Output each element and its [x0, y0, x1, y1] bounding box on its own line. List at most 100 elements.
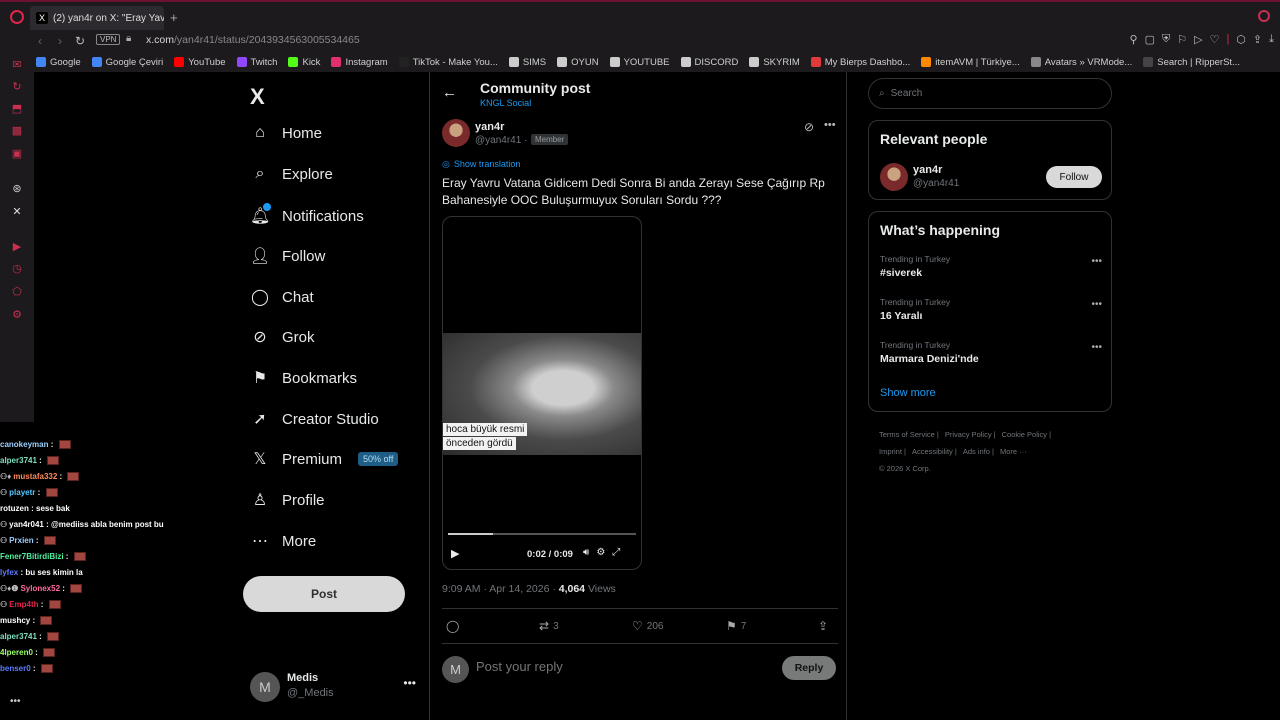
- trend-item[interactable]: Trending in Turkey Marmara Denizi'nde •••: [880, 340, 1102, 365]
- back-arrow-icon[interactable]: ←: [442, 84, 457, 101]
- relevant-handle[interactable]: @yan4r41: [913, 178, 959, 189]
- clock-icon[interactable]: ◷: [10, 262, 24, 276]
- gift-icon[interactable]: ▩: [10, 124, 24, 138]
- browser-tab[interactable]: X (2) yan4r on X: "Eray Yavru: [30, 6, 164, 30]
- bookmark-item[interactable]: OYUN: [557, 57, 599, 68]
- opera-logo-icon[interactable]: [10, 10, 24, 24]
- share-action[interactable]: ⇪: [818, 619, 828, 633]
- wallet-icon[interactable]: ⬒: [10, 102, 24, 116]
- bookmark-item[interactable]: SKYRIM: [749, 57, 800, 68]
- author-avatar[interactable]: [442, 119, 470, 147]
- account-switcher[interactable]: M Medis @_Medis •••: [250, 670, 420, 702]
- bookmark-item[interactable]: Kick: [288, 57, 320, 68]
- trend-more-icon[interactable]: •••: [1091, 256, 1102, 267]
- reply-action[interactable]: ◯: [446, 619, 459, 633]
- bookmark-item[interactable]: YouTube: [174, 57, 226, 68]
- bookmark-item[interactable]: DISCORD: [680, 57, 738, 68]
- nav-home[interactable]: ⌂ Home: [250, 124, 322, 142]
- nav-bookmarks[interactable]: ⚑ Bookmarks: [250, 368, 357, 388]
- reply-input[interactable]: [476, 659, 756, 674]
- relevant-avatar[interactable]: [880, 163, 908, 191]
- play-icon[interactable]: ▶: [451, 547, 459, 560]
- nav-more[interactable]: ⋯ More: [250, 531, 316, 551]
- settings-icon[interactable]: ⚙: [10, 308, 24, 322]
- nav-profile[interactable]: ♙ Profile: [250, 490, 325, 510]
- account-more-icon[interactable]: •••: [403, 676, 416, 690]
- nav-premium[interactable]: 𝕏 Premium 50% off: [250, 449, 399, 469]
- bookmark-item[interactable]: itemAVM | Türkiye...: [921, 57, 1020, 68]
- bookmark-item[interactable]: Avatars » VRMode...: [1030, 57, 1132, 68]
- nav-follow[interactable]: 👤︎ Follow: [250, 246, 325, 266]
- community-link[interactable]: KNGL Social: [480, 98, 531, 108]
- post-more-icon[interactable]: •••: [824, 119, 836, 131]
- post-button[interactable]: Post: [243, 576, 405, 612]
- snapshot-icon[interactable]: ▢: [1145, 33, 1155, 46]
- footer-link[interactable]: Privacy Policy |: [945, 430, 996, 439]
- download-icon[interactable]: ⤓: [1269, 33, 1274, 46]
- footer-link[interactable]: More ···: [1000, 447, 1027, 456]
- relevant-name[interactable]: yan4r: [913, 164, 942, 176]
- footer-link[interactable]: Ads info |: [963, 447, 994, 456]
- bookmark-item[interactable]: Google Çeviri: [91, 57, 163, 68]
- video-progress-bar[interactable]: [448, 533, 636, 535]
- play-icon[interactable]: ▷: [1194, 33, 1202, 46]
- bookmark-item[interactable]: TikTok - Make You...: [398, 57, 498, 68]
- trend-more-icon[interactable]: •••: [1091, 342, 1102, 353]
- reload-icon[interactable]: ↻: [75, 34, 85, 48]
- music-icon[interactable]: ▣: [10, 147, 24, 161]
- trend-item[interactable]: Trending in Turkey #siverek •••: [880, 254, 1102, 279]
- tab-search-icon[interactable]: [1258, 10, 1270, 22]
- footer-link[interactable]: Terms of Service |: [879, 430, 939, 439]
- show-more-link[interactable]: Show more: [880, 387, 936, 399]
- bookmark-item[interactable]: Instagram: [331, 57, 388, 68]
- bookmark-item[interactable]: SIMS: [508, 57, 546, 68]
- volume-icon[interactable]: 🔊︎: [583, 547, 589, 558]
- footer-link[interactable]: Accessibility |: [912, 447, 957, 456]
- trend-item[interactable]: Trending in Turkey 16 Yaralı •••: [880, 297, 1102, 322]
- bookmark-item[interactable]: Google: [36, 57, 81, 68]
- bookmark-item[interactable]: Twitch: [236, 57, 277, 68]
- repost-action[interactable]: ⇄ 3: [539, 619, 559, 633]
- nav-creator-studio[interactable]: ➚ Creator Studio: [250, 409, 378, 429]
- heart-icon[interactable]: ♡: [1210, 33, 1220, 46]
- x-sidebar-icon[interactable]: ✕: [10, 205, 24, 219]
- vpn-badge[interactable]: VPN: [96, 34, 121, 45]
- share-icon[interactable]: ⇪: [1253, 33, 1262, 46]
- footer-link[interactable]: Imprint |: [879, 447, 906, 456]
- bookmark-action[interactable]: ⚑ 7: [726, 619, 746, 633]
- video-player[interactable]: hoca büyük resmi önceden gördü ▶ 0:02 / …: [442, 216, 642, 570]
- grok-explain-icon[interactable]: ⊘: [804, 120, 814, 134]
- trend-more-icon[interactable]: •••: [1091, 299, 1102, 310]
- new-tab-button[interactable]: +: [170, 10, 178, 25]
- fullscreen-icon[interactable]: ⤢: [612, 547, 620, 558]
- bookmark-item[interactable]: My Bierps Dashbo...: [810, 57, 910, 68]
- messenger-icon[interactable]: ✉: [10, 58, 24, 72]
- extensions-icon[interactable]: ⬡: [1236, 33, 1246, 46]
- search-input[interactable]: ⌕ Search: [868, 78, 1112, 109]
- extensions-sidebar-icon[interactable]: ⬠: [10, 285, 24, 299]
- bookmark-item[interactable]: Search | RipperSt...: [1143, 57, 1240, 68]
- like-action[interactable]: ♡ 206: [632, 619, 663, 633]
- footer-link[interactable]: Cookie Policy |: [1002, 430, 1051, 439]
- chatgpt-icon[interactable]: ⊛: [10, 182, 24, 196]
- nav-explore[interactable]: ⌕ Explore: [250, 165, 333, 183]
- adblock-icon[interactable]: ⛨: [1162, 33, 1170, 46]
- reply-button[interactable]: Reply: [782, 656, 836, 680]
- bookmark-page-icon[interactable]: ⚐: [1177, 33, 1187, 46]
- forward-icon[interactable]: ›: [58, 34, 62, 48]
- player-icon[interactable]: ▶: [10, 240, 24, 254]
- nav-chat[interactable]: ◯ Chat: [250, 287, 314, 307]
- back-icon[interactable]: ‹: [38, 34, 42, 48]
- nav-notifications[interactable]: 🔔︎ Notifications: [250, 202, 364, 226]
- nav-grok[interactable]: ⊘ Grok: [250, 327, 314, 347]
- follow-button[interactable]: Follow: [1046, 166, 1102, 188]
- x-logo-icon[interactable]: X: [250, 84, 265, 110]
- url-field[interactable]: x.com/yan4r41/status/2043934563005534465: [146, 34, 360, 46]
- history-sync-icon[interactable]: ↻: [10, 80, 24, 94]
- author-handle[interactable]: @yan4r41 ·: [475, 135, 527, 146]
- author-name[interactable]: yan4r: [475, 121, 504, 133]
- video-settings-icon[interactable]: ⚙: [596, 547, 605, 558]
- lock-icon[interactable]: 🔒︎: [126, 33, 131, 44]
- bookmark-item[interactable]: YOUTUBE: [609, 57, 670, 68]
- pin-icon[interactable]: ⚲: [1130, 33, 1138, 46]
